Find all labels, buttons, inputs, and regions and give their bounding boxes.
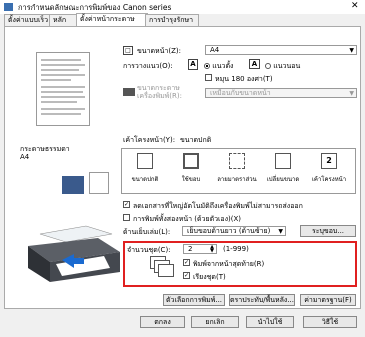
collate-checkbox[interactable]: ✓	[183, 272, 190, 279]
copies-value: 2	[188, 245, 193, 253]
rotate-180-checkbox[interactable]	[205, 74, 212, 81]
portrait-radio[interactable]	[204, 63, 210, 69]
chevron-down-icon: ▼	[349, 90, 354, 97]
auto-reduce-checkbox[interactable]: ✓	[123, 201, 130, 208]
page-size-select[interactable]: A4 ▼	[205, 45, 357, 55]
page-layout-icon: 2	[321, 153, 337, 169]
orientation-landscape-option: แนวนอน	[265, 61, 300, 72]
collate-label: เรียงชุด(T)	[193, 273, 226, 281]
copies-label: จำนวนชุด(C):	[127, 246, 171, 254]
tab-quick-setup[interactable]: ตั้งค่าแบบเร็ว	[4, 14, 50, 26]
tab-maintenance[interactable]: การบำรุงรักษา	[145, 14, 199, 26]
layout-page-layout[interactable]: 2 เค้าโครงหน้า	[309, 153, 349, 191]
duplex-label: การพิมพ์ทั้งสองหน้า (ด้วยตัวเอง)(X)	[133, 215, 242, 223]
layout-normal[interactable]: ขนาดปกติ	[125, 153, 165, 191]
normal-size-icon	[137, 153, 153, 169]
print-options-button[interactable]: ตัวเลือกการพิมพ์...	[163, 294, 225, 306]
page-size-value: A4	[210, 46, 220, 54]
spinner-arrows-icon[interactable]: ▲ ▼	[210, 245, 214, 254]
portrait-icon: A	[188, 59, 198, 70]
close-icon[interactable]: ✕	[351, 1, 359, 11]
printer-thumb-icon	[62, 176, 84, 194]
copies-range: (1-999)	[223, 245, 249, 253]
printer-illustration-icon	[28, 225, 120, 282]
layout-fit-to-page[interactable]: ลายมาตราส่วน	[217, 153, 257, 191]
printer-paper-size-select[interactable]: เหมือนกับขนาดหน้า ▼	[205, 88, 357, 98]
fit-to-page-icon	[229, 153, 245, 169]
printer-paper-size-label: ขนาดกระดาษเครื่องพิมพ์(R):	[137, 84, 182, 100]
landscape-icon: A	[249, 59, 260, 69]
help-button[interactable]: วิธีใช้	[303, 316, 357, 328]
orientation-label: การวางแนว(O):	[123, 62, 173, 70]
reverse-order-checkbox[interactable]: ✓	[183, 259, 190, 266]
layout-fit-to-page-label: ลายมาตราส่วน	[217, 176, 257, 183]
borderless-icon	[183, 153, 199, 169]
layout-scaled[interactable]: เปลี่ยนขนาด	[263, 153, 303, 191]
layout-borderless-label: ใช้ขอบ	[181, 176, 201, 183]
stapling-side-select[interactable]: เย็บขอบด้านยาว (ด้านซ้าย) ▼	[182, 226, 286, 236]
landscape-radio[interactable]	[265, 63, 271, 69]
stamp-background-button[interactable]: ตราประทับ/พื้นหลัง...	[229, 294, 295, 306]
layout-page-layout-label: เค้าโครงหน้า	[311, 176, 347, 183]
copies-stack-icon	[150, 256, 174, 277]
page-size-label: ขนาดหน้า(Z):	[137, 47, 181, 55]
auto-reduce-label: ลดเอกสารที่ใหญ่อัตโนมัติถึงเครื่องพิมพ์ไ…	[133, 202, 303, 210]
layout-normal-label: ขนาดปกติ	[131, 176, 159, 183]
printer-icon	[4, 3, 13, 11]
chevron-down-icon: ▼	[349, 47, 354, 54]
title-bar: การกำหนดลักษณะการพิมพ์ของ Canon series ✕	[0, 0, 365, 14]
paper-thumb-icon	[89, 172, 109, 194]
reverse-order-label: พิมพ์จากหน้าสุดท้าย(R)	[193, 260, 265, 268]
page-layout-current: ขนาดปกติ	[180, 136, 212, 144]
layout-scaled-label: เปลี่ยนขนาด	[266, 176, 300, 183]
paper-size-label: A4	[20, 153, 30, 161]
page-size-icon: □	[123, 46, 133, 55]
stapling-side-label: ด้านเย็บเล่ม(L):	[123, 228, 171, 236]
page-layout-list: ขนาดปกติ ใช้ขอบ ลายมาตราส่วน เปลี่ยนขนาด…	[121, 148, 356, 194]
layout-borderless[interactable]: ใช้ขอบ	[171, 153, 211, 191]
stapling-side-value: เย็บขอบด้านยาว (ด้านซ้าย)	[187, 227, 271, 235]
tab-main[interactable]: หลัก	[49, 14, 77, 26]
portrait-label: แนวตั้ง	[212, 62, 234, 70]
specify-margin-button[interactable]: ระบุขอบ...	[300, 225, 356, 237]
apply-button[interactable]: นำไปใช้	[246, 316, 294, 328]
landscape-label: แนวนอน	[273, 62, 301, 70]
rotate-180-label: หมุน 180 องศา(T)	[215, 75, 273, 83]
cancel-button[interactable]: ยกเลิก	[191, 316, 239, 328]
orientation-portrait-option: แนวตั้ง	[204, 61, 233, 72]
printer-paper-icon	[123, 88, 135, 96]
defaults-button[interactable]: ค่ามาตรฐาน(F)	[300, 294, 356, 306]
chevron-down-icon: ▼	[278, 228, 283, 235]
printer-paper-size-value: เหมือนกับขนาดหน้า	[210, 89, 271, 97]
scaled-icon	[275, 153, 291, 169]
tab-page-setup[interactable]: ตั้งค่าหน้ากระดาษ	[76, 13, 148, 27]
page-layout-label: เค้าโครงหน้า(Y):	[123, 136, 176, 144]
ok-button[interactable]: ตกลง	[140, 316, 185, 328]
copies-input[interactable]: 2 ▲ ▼	[183, 244, 217, 254]
page-preview	[36, 52, 90, 126]
duplex-checkbox[interactable]	[123, 214, 130, 221]
